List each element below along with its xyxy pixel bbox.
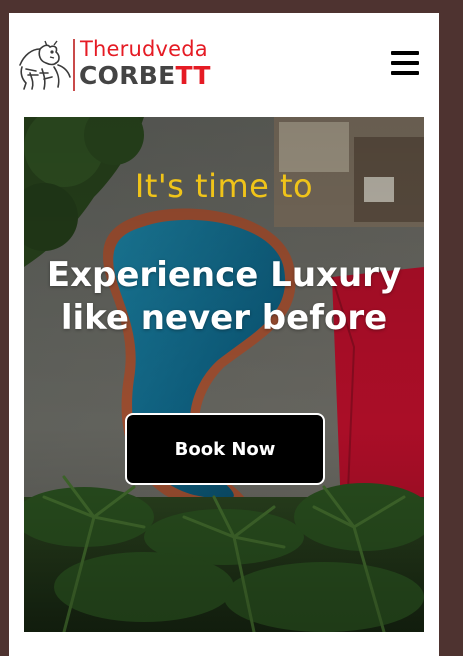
hero-banner: It's time to Experience Luxury like neve… [24, 117, 424, 632]
tiger-icon [19, 40, 71, 90]
hamburger-menu-icon[interactable] [391, 51, 419, 77]
menu-bar [391, 71, 419, 75]
logo-wordmark-main: CORBE [79, 61, 176, 90]
site-logo[interactable]: Therudveda CORBETT [14, 35, 219, 95]
logo-wordmark-bottom: CORBETT [79, 61, 211, 90]
logo-divider [73, 39, 75, 91]
page-frame: Therudveda CORBETT It's time to Experien… [9, 13, 439, 656]
logo-wordmark-top: Therudveda [80, 37, 208, 61]
menu-bar [391, 51, 419, 55]
book-now-button[interactable]: Book Now [125, 413, 325, 485]
logo-wordmark-accent: TT [175, 61, 211, 90]
hero-kicker: It's time to [134, 167, 314, 205]
site-header: Therudveda CORBETT [9, 13, 439, 117]
hero-title: Experience Luxury like never before [46, 255, 402, 338]
menu-bar [391, 61, 419, 65]
